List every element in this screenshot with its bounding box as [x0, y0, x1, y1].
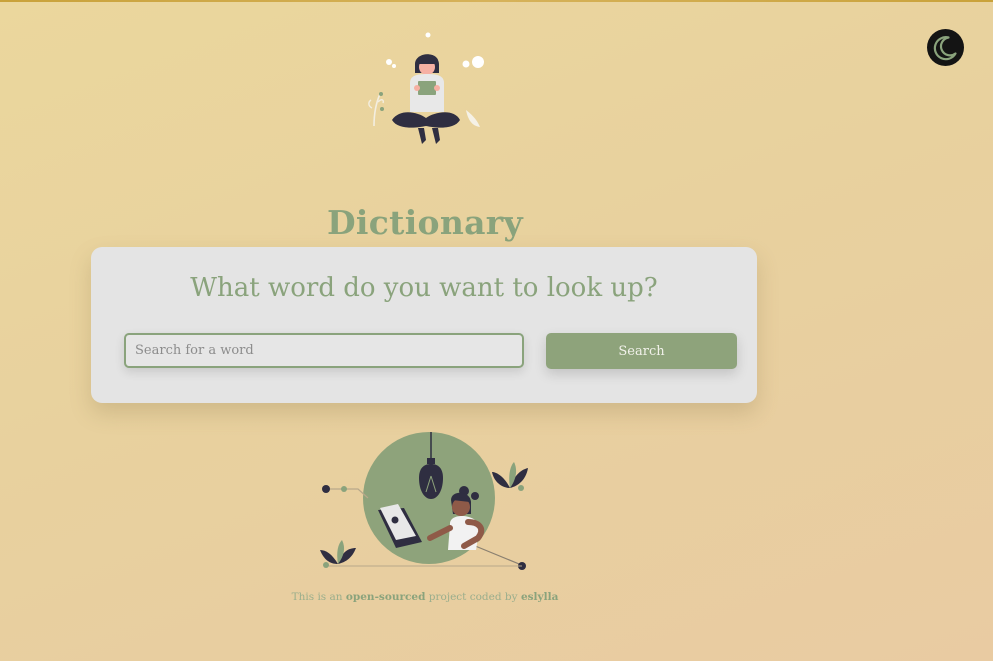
theme-toggle-button[interactable] [927, 29, 964, 66]
open-sourced-link[interactable]: open-sourced [346, 591, 426, 603]
moon-icon [933, 36, 957, 61]
search-input[interactable] [124, 333, 524, 368]
footer-middle: project coded by [428, 591, 518, 603]
app-title: Dictionary [327, 203, 523, 243]
reading-woman-illustration [320, 432, 528, 570]
search-prompt-heading: What word do you want to look up? [190, 273, 658, 303]
meditating-person-illustration [368, 32, 484, 144]
search-card: What word do you want to look up? Search [91, 247, 757, 403]
footer-credits: This is an open-sourced project coded by… [0, 591, 850, 603]
top-accent-line [0, 0, 993, 2]
author-link[interactable]: eslylla [521, 591, 558, 603]
footer-prefix: This is an [291, 591, 343, 603]
search-button[interactable]: Search [546, 333, 737, 369]
